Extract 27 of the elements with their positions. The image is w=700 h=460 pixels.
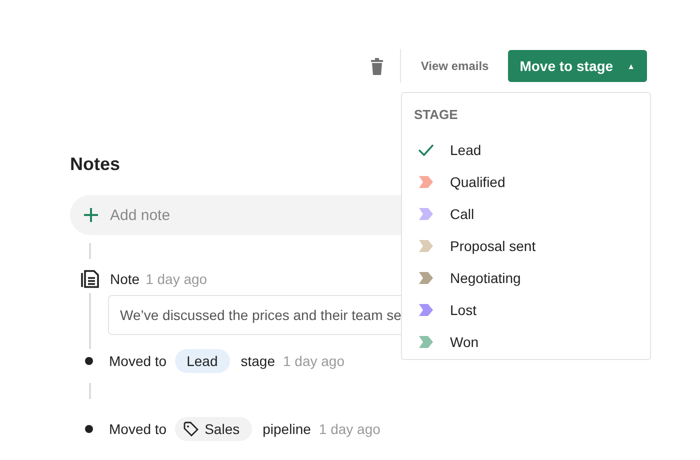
note-text: We’ve discussed the prices and their team se bbox=[120, 307, 402, 323]
move-to-stage-button[interactable]: Move to stage ▲ bbox=[508, 50, 647, 82]
stage-option[interactable]: Won bbox=[414, 326, 638, 358]
check-icon bbox=[418, 144, 434, 156]
tag-icon bbox=[182, 421, 199, 437]
view-emails-button[interactable]: View emails bbox=[410, 53, 499, 79]
timestamp: 1 day ago bbox=[318, 421, 380, 437]
dropdown-heading: STAGE bbox=[414, 107, 459, 122]
notes-heading: Notes bbox=[70, 154, 122, 175]
trash-icon[interactable] bbox=[370, 57, 384, 75]
timestamp: 1 day ago bbox=[146, 271, 208, 287]
note-label: Note bbox=[110, 271, 140, 287]
bullet-icon bbox=[85, 357, 93, 365]
tag-label: Lead bbox=[186, 353, 218, 369]
event-text: pipeline bbox=[262, 421, 311, 437]
event-text: stage bbox=[240, 353, 275, 369]
event-text: Moved to bbox=[109, 353, 167, 369]
stage-option[interactable]: Lost bbox=[414, 294, 638, 326]
timestamp: 1 day ago bbox=[283, 353, 344, 369]
document-icon bbox=[80, 269, 100, 289]
tag-label: Sales bbox=[204, 421, 240, 437]
plus-icon bbox=[83, 207, 99, 223]
bullet-icon bbox=[85, 425, 93, 433]
stage-option[interactable]: Qualified bbox=[414, 166, 638, 198]
event-text: Moved to bbox=[109, 421, 167, 437]
stage-option[interactable]: Lead bbox=[414, 134, 638, 166]
stage-option[interactable]: Negotiating bbox=[414, 262, 638, 294]
